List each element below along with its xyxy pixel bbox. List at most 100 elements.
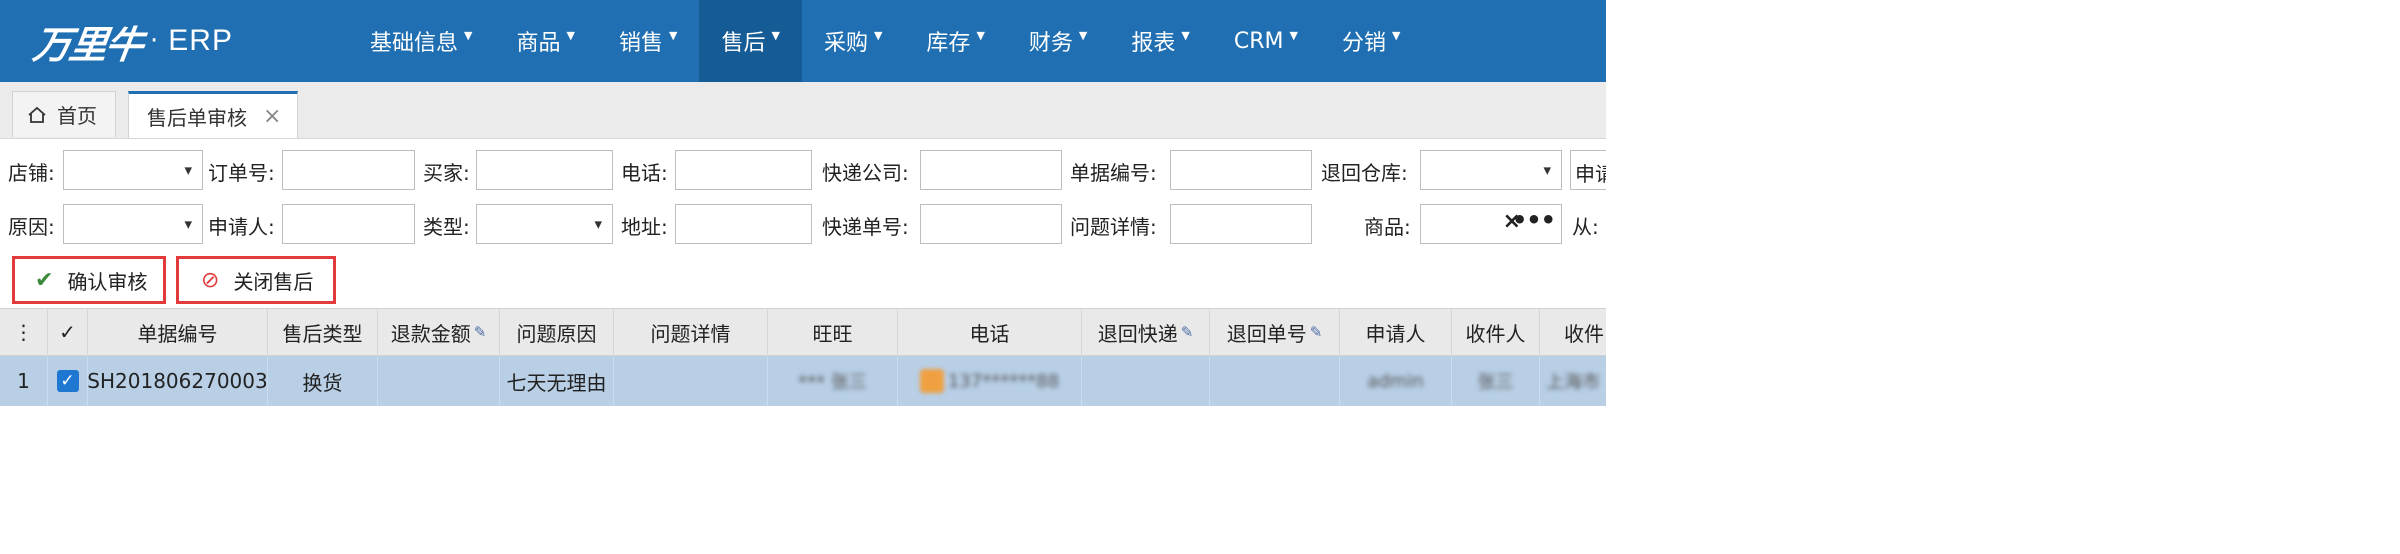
menu-finance[interactable]: 财务 ▼ (1007, 0, 1109, 82)
label-from: 从: (1572, 215, 1599, 239)
check-icon: ✓ (56, 370, 79, 392)
row-checkbox[interactable]: ✓ (48, 356, 88, 406)
menu-reports[interactable]: 报表 ▼ (1109, 0, 1211, 82)
cell-reason: 七天无理由 (500, 356, 614, 406)
menu-after-sales[interactable]: 售后 ▼ (699, 0, 802, 82)
col-problem-detail[interactable]: 问题详情 (614, 309, 768, 355)
goods-picker[interactable]: × ••• (1420, 204, 1562, 244)
menu-inventory[interactable]: 库存 ▼ (904, 0, 1006, 82)
home-icon (28, 106, 46, 123)
menu-distribution[interactable]: 分销 ▼ (1320, 0, 1422, 82)
chevron-down-icon: ▾ (594, 215, 602, 233)
select-all-checkbox[interactable]: ✓ (48, 309, 88, 355)
menu-purchase[interactable]: 采购 ▼ (802, 0, 904, 82)
edit-icon: ✎ (473, 323, 487, 341)
chevron-down-icon: ▾ (184, 215, 192, 233)
cell-return-express[interactable] (1082, 356, 1210, 406)
tab-current-label: 售后单审核 (147, 105, 247, 130)
label-buyer: 买家: (423, 161, 470, 185)
phone-input[interactable] (675, 150, 812, 190)
label-store: 店铺: (8, 161, 55, 185)
type-select[interactable]: ▾ (476, 204, 613, 244)
col-phone[interactable]: 电话 (898, 309, 1082, 355)
menu-goods[interactable]: 商品 ▼ (494, 0, 596, 82)
label-bill-no: 单据编号: (1070, 161, 1157, 185)
label-problem-detail: 问题详情: (1070, 215, 1157, 239)
brand-script-logo: 万里牛 (30, 21, 145, 67)
store-select[interactable]: ▾ (63, 150, 203, 190)
table-row[interactable]: 1 ✓ SH201806270003 换货 七天无理由 *** 张三 137**… (0, 356, 1606, 406)
express-company-input[interactable] (920, 150, 1062, 190)
order-no-input[interactable] (282, 150, 415, 190)
chevron-down-icon: ▼ (1392, 28, 1401, 42)
column-menu-icon[interactable]: ⋮ (0, 309, 48, 355)
col-receiver[interactable]: 收件人 (1452, 309, 1540, 355)
applicant-input[interactable] (282, 204, 415, 244)
col-receiver-address[interactable]: 收件 (1540, 309, 1606, 355)
edit-icon: ✎ (1180, 323, 1194, 341)
col-type[interactable]: 售后类型 (268, 309, 378, 355)
col-return-express[interactable]: 退回快递 ✎ (1082, 309, 1210, 355)
avatar (919, 369, 944, 393)
cell-return-no[interactable] (1210, 356, 1340, 406)
ban-icon: ⊘ (201, 267, 220, 293)
label-return-warehouse: 退回仓库: (1321, 161, 1408, 185)
col-wangwang[interactable]: 旺旺 (768, 309, 898, 355)
cell-wangwang: *** 张三 (768, 356, 898, 406)
col-bill-no[interactable]: 单据编号 (88, 309, 268, 355)
col-applicant[interactable]: 申请人 (1340, 309, 1452, 355)
chevron-down-icon: ▼ (464, 28, 473, 42)
label-express-no: 快递单号: (822, 215, 909, 239)
chevron-down-icon: ▼ (976, 28, 985, 42)
col-refund-amount[interactable]: 退款金额 ✎ (378, 309, 500, 355)
close-after-sales-label: 关闭售后 (233, 269, 314, 294)
buyer-input[interactable] (476, 150, 613, 190)
page-tab-bar: 首页 售后单审核 × (0, 82, 1606, 139)
chevron-down-icon: ▾ (1543, 161, 1551, 179)
menu-sales[interactable]: 销售 ▼ (597, 0, 699, 82)
close-after-sales-button[interactable]: ⊘ 关闭售后 (176, 256, 336, 304)
express-no-input[interactable] (920, 204, 1062, 244)
chevron-down-icon: ▼ (771, 28, 780, 42)
col-reason[interactable]: 问题原因 (500, 309, 614, 355)
col-return-no[interactable]: 退回单号 ✎ (1210, 309, 1340, 355)
cell-bill-no: SH201806270003 (88, 356, 268, 406)
cell-receiver-address: 上海市 (1540, 356, 1606, 406)
main-menu: 基础信息 ▼ 商品 ▼ 销售 ▼ 售后 ▼ 采购 ▼ 库存 ▼ 财务 ▼ 报表 ▼ CRM ▼ 分… (348, 0, 1422, 82)
brand-logo[interactable]: 万里牛 · ERP (30, 6, 233, 76)
return-warehouse-select[interactable]: ▾ (1420, 150, 1562, 190)
confirm-review-button[interactable]: ✔ 确认审核 (12, 256, 166, 304)
apply-filter-field[interactable]: 申请 (1570, 150, 1606, 190)
bill-no-input[interactable] (1170, 150, 1312, 190)
menu-crm[interactable]: CRM ▼ (1212, 0, 1320, 82)
problem-detail-input[interactable] (1170, 204, 1312, 244)
label-goods: 商品: (1364, 215, 1411, 239)
chevron-down-icon: ▼ (1289, 28, 1298, 42)
brand-erp: ERP (168, 24, 233, 57)
label-phone: 电话: (621, 161, 668, 185)
menu-basic-info[interactable]: 基础信息 ▼ (348, 0, 494, 82)
chevron-down-icon: ▼ (1181, 28, 1190, 42)
address-input[interactable] (675, 204, 812, 244)
check-icon: ✔ (35, 267, 54, 293)
confirm-review-label: 确认审核 (67, 269, 148, 294)
close-icon[interactable]: × (263, 104, 281, 129)
grid-header: ⋮ ✓ 单据编号 售后类型 退款金额 ✎ 问题原因 问题详情 旺旺 电话 退回快递… (0, 308, 1606, 356)
cell-problem-detail (614, 356, 768, 406)
row-index: 1 (0, 356, 48, 406)
brand-dot: · (150, 26, 159, 56)
more-icon[interactable]: ••• (1512, 206, 1556, 234)
tab-home[interactable]: 首页 (12, 91, 116, 137)
chevron-down-icon: ▾ (184, 161, 192, 179)
label-apply-truncated: 申请 (1575, 162, 1606, 186)
cell-refund-amount[interactable] (378, 356, 500, 406)
label-reason: 原因: (8, 215, 55, 239)
reason-select[interactable]: ▾ (63, 204, 203, 244)
label-address: 地址: (621, 215, 668, 239)
edit-icon: ✎ (1309, 323, 1323, 341)
chevron-down-icon: ▼ (566, 28, 575, 42)
cell-phone: 137******88 (898, 356, 1082, 406)
label-type: 类型: (423, 215, 470, 239)
chevron-down-icon: ▼ (668, 28, 678, 42)
tab-after-sales-review[interactable]: 售后单审核 × (128, 91, 298, 138)
